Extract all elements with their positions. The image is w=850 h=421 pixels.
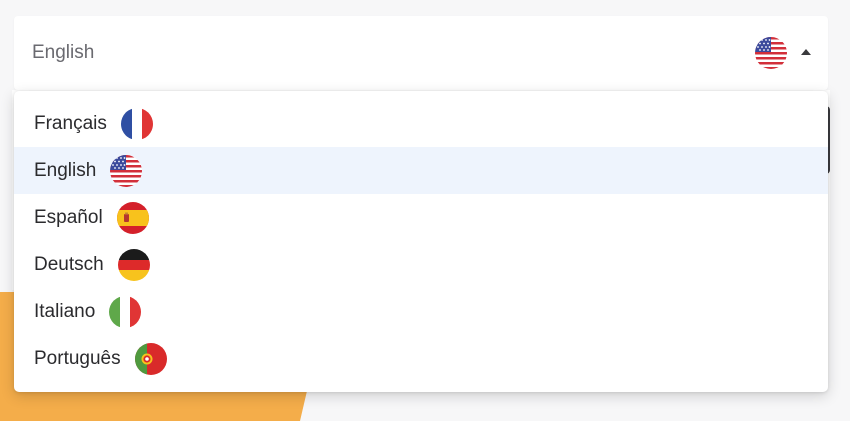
language-option-italiano[interactable]: Italiano	[14, 288, 828, 335]
us-flag-icon	[755, 37, 787, 69]
option-label: Español	[34, 206, 103, 228]
portugal-flag-icon	[134, 342, 167, 375]
option-label: Français	[34, 112, 107, 134]
spain-flag-icon	[116, 201, 149, 234]
caret-up-icon[interactable]	[801, 49, 811, 55]
germany-flag-icon	[117, 248, 150, 281]
option-label: English	[34, 159, 97, 181]
language-option-portugues[interactable]: Português	[14, 335, 828, 382]
language-option-english[interactable]: English	[14, 147, 828, 194]
option-label: Português	[34, 347, 121, 369]
language-dropdown: Français English Español Deutsch Italian…	[14, 91, 828, 392]
option-label: Deutsch	[34, 253, 104, 275]
language-option-espanol[interactable]: Español	[14, 194, 828, 241]
option-label: Italiano	[34, 300, 96, 322]
france-flag-icon	[120, 107, 153, 140]
language-select[interactable]: English	[14, 16, 828, 90]
us-flag-icon	[110, 154, 143, 187]
language-option-francais[interactable]: Français	[14, 100, 828, 147]
language-select-value: English	[32, 42, 95, 63]
language-option-deutsch[interactable]: Deutsch	[14, 241, 828, 288]
italy-flag-icon	[109, 295, 142, 328]
